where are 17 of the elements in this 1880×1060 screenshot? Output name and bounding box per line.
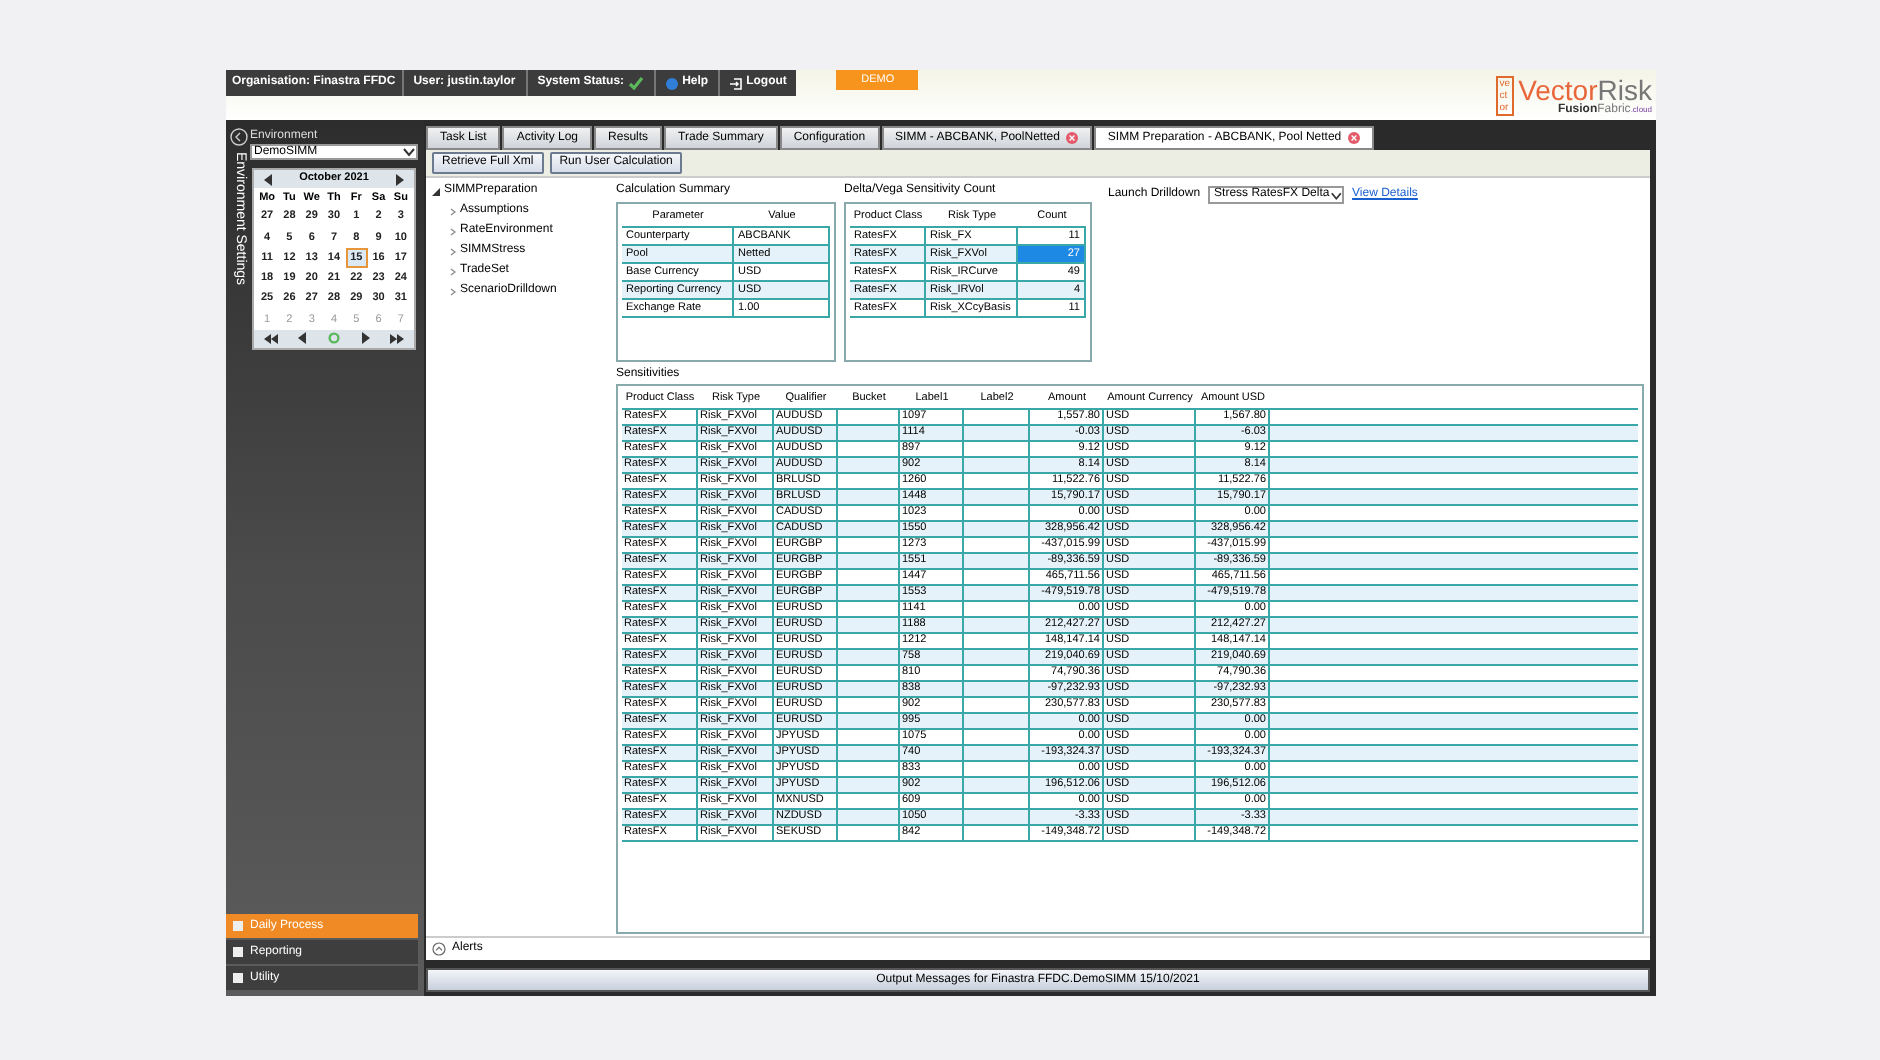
right-arrow-icon[interactable]	[393, 173, 406, 185]
dropdown-icon	[402, 146, 416, 158]
nav-icon	[232, 920, 244, 932]
close-icon[interactable]	[1065, 132, 1078, 144]
left-arrow-icon[interactable]	[262, 173, 274, 185]
left-arrow-icon[interactable]	[296, 332, 309, 345]
logout-icon	[730, 77, 743, 89]
nav-icon	[232, 946, 244, 958]
expanded-triangle-icon[interactable]	[432, 187, 440, 195]
collapse-icon[interactable]	[229, 128, 247, 146]
expand-arrow-icon[interactable]	[432, 942, 446, 956]
nav-icon	[232, 972, 244, 984]
right-arrow-icon[interactable]	[359, 332, 372, 345]
dropdown-icon	[1329, 189, 1343, 201]
logo-wordmark: VectorRisk	[1518, 73, 1652, 105]
close-icon[interactable]	[1347, 132, 1360, 144]
help-icon	[666, 77, 679, 89]
